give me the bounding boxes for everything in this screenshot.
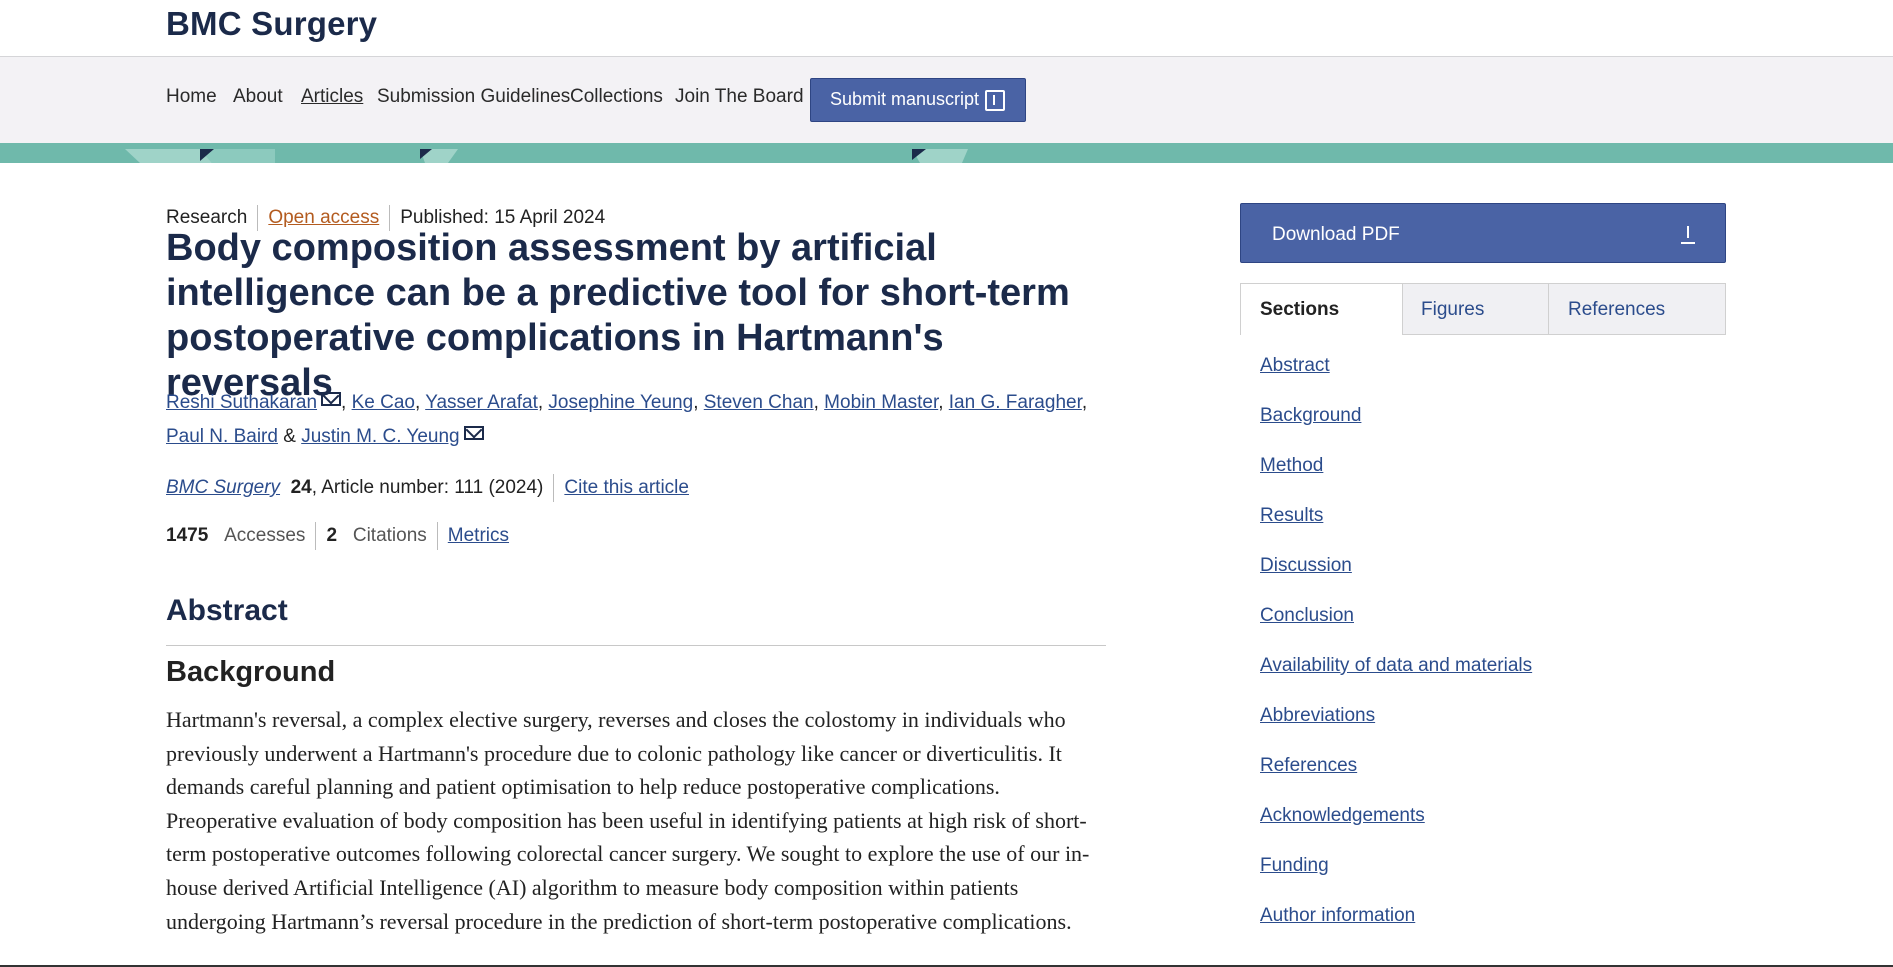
author-link[interactable]: Justin M. C. Yeung [301,426,459,447]
nav-join-the-board[interactable]: Join The Board [675,86,804,108]
section-link-references[interactable]: References [1260,755,1532,805]
author-link[interactable]: Ke Cao [352,392,415,413]
section-link-availability[interactable]: Availability of data and materials [1260,655,1532,705]
author-link[interactable]: Yasser Arafat [425,392,538,413]
section-link-acknowledgements[interactable]: Acknowledgements [1260,805,1532,855]
journal-logo[interactable]: BMC Surgery [166,5,377,43]
open-access-link[interactable]: Open access [268,207,379,228]
submit-manuscript-label: Submit manuscript [830,89,980,109]
article-type: Research [166,207,248,229]
nav-collections[interactable]: Collections [570,86,663,108]
volume: 24 [290,477,312,499]
citations-count: 2 [326,525,338,547]
author-link[interactable]: Josephine Yeung [548,392,693,413]
site-header: BMC Surgery [0,0,1893,57]
decorative-band [0,143,1893,163]
journal-link[interactable]: BMC Surgery [166,477,280,498]
tab-figures[interactable]: Figures [1403,284,1548,334]
tab-references[interactable]: References [1549,284,1725,334]
download-icon [1681,226,1695,244]
upload-document-icon [985,90,1005,111]
cite-article-link[interactable]: Cite this article [564,477,689,498]
submit-manuscript-button[interactable]: Submit manuscript [810,78,1026,122]
nav-home[interactable]: Home [166,86,217,108]
section-link-results[interactable]: Results [1260,505,1532,555]
accesses-count: 1475 [166,525,209,547]
section-link-author-information[interactable]: Author information [1260,905,1532,955]
section-link-background[interactable]: Background [1260,405,1532,455]
section-link-abbreviations[interactable]: Abbreviations [1260,705,1532,755]
published-date: Published: 15 April 2024 [400,207,606,229]
section-link-funding[interactable]: Funding [1260,855,1532,905]
download-pdf-button[interactable]: Download PDF [1240,203,1726,263]
section-link-conclusion[interactable]: Conclusion [1260,605,1532,655]
nav-articles[interactable]: Articles [301,86,363,108]
author-link[interactable]: Ian G. Faragher [949,392,1082,413]
section-link-discussion[interactable]: Discussion [1260,555,1532,605]
author-link[interactable]: Mobin Master [824,392,938,413]
divider [553,474,555,502]
section-link-abstract[interactable]: Abstract [1260,355,1532,405]
mail-icon[interactable] [463,426,484,440]
divider [166,645,1106,646]
section-link-method[interactable]: Method [1260,455,1532,505]
author-link[interactable]: Reshi Suthakaran [166,392,317,413]
metrics-link[interactable]: Metrics [448,525,509,546]
divider [436,522,438,550]
main-nav: Home About Articles Submission Guideline… [0,57,1893,143]
band-pattern [125,149,968,163]
citation-line: BMC Surgery 24, Article number: 111 (202… [166,474,689,502]
section-nav-list: Abstract Background Method Results Discu… [1260,355,1532,955]
article-number: , Article number: 111 (2024) [311,477,544,499]
author-link[interactable]: Paul N. Baird [166,426,278,447]
background-paragraph: Hartmann's reversal, a complex elective … [166,707,1090,934]
sidebar-tabs: Sections Figures References [1240,283,1726,336]
mail-icon[interactable] [321,392,342,406]
author-link[interactable]: Steven Chan [704,392,814,413]
abstract-heading: Abstract [166,594,288,627]
nav-about[interactable]: About [233,86,283,108]
citations-label: Citations [352,525,427,547]
article-title: Body composition assessment by artificia… [166,227,1070,404]
tab-sections[interactable]: Sections [1241,284,1402,336]
divider [315,522,317,550]
article-metrics: 1475 Accesses 2 Citations Metrics [166,522,509,550]
download-pdf-label: Download PDF [1272,224,1400,245]
author-list: Reshi Suthakaran, Ke Cao, Yasser Arafat,… [166,392,1088,447]
accesses-label: Accesses [224,525,306,547]
nav-submission-guidelines[interactable]: Submission Guidelines [377,86,570,108]
background-heading: Background [166,656,336,688]
